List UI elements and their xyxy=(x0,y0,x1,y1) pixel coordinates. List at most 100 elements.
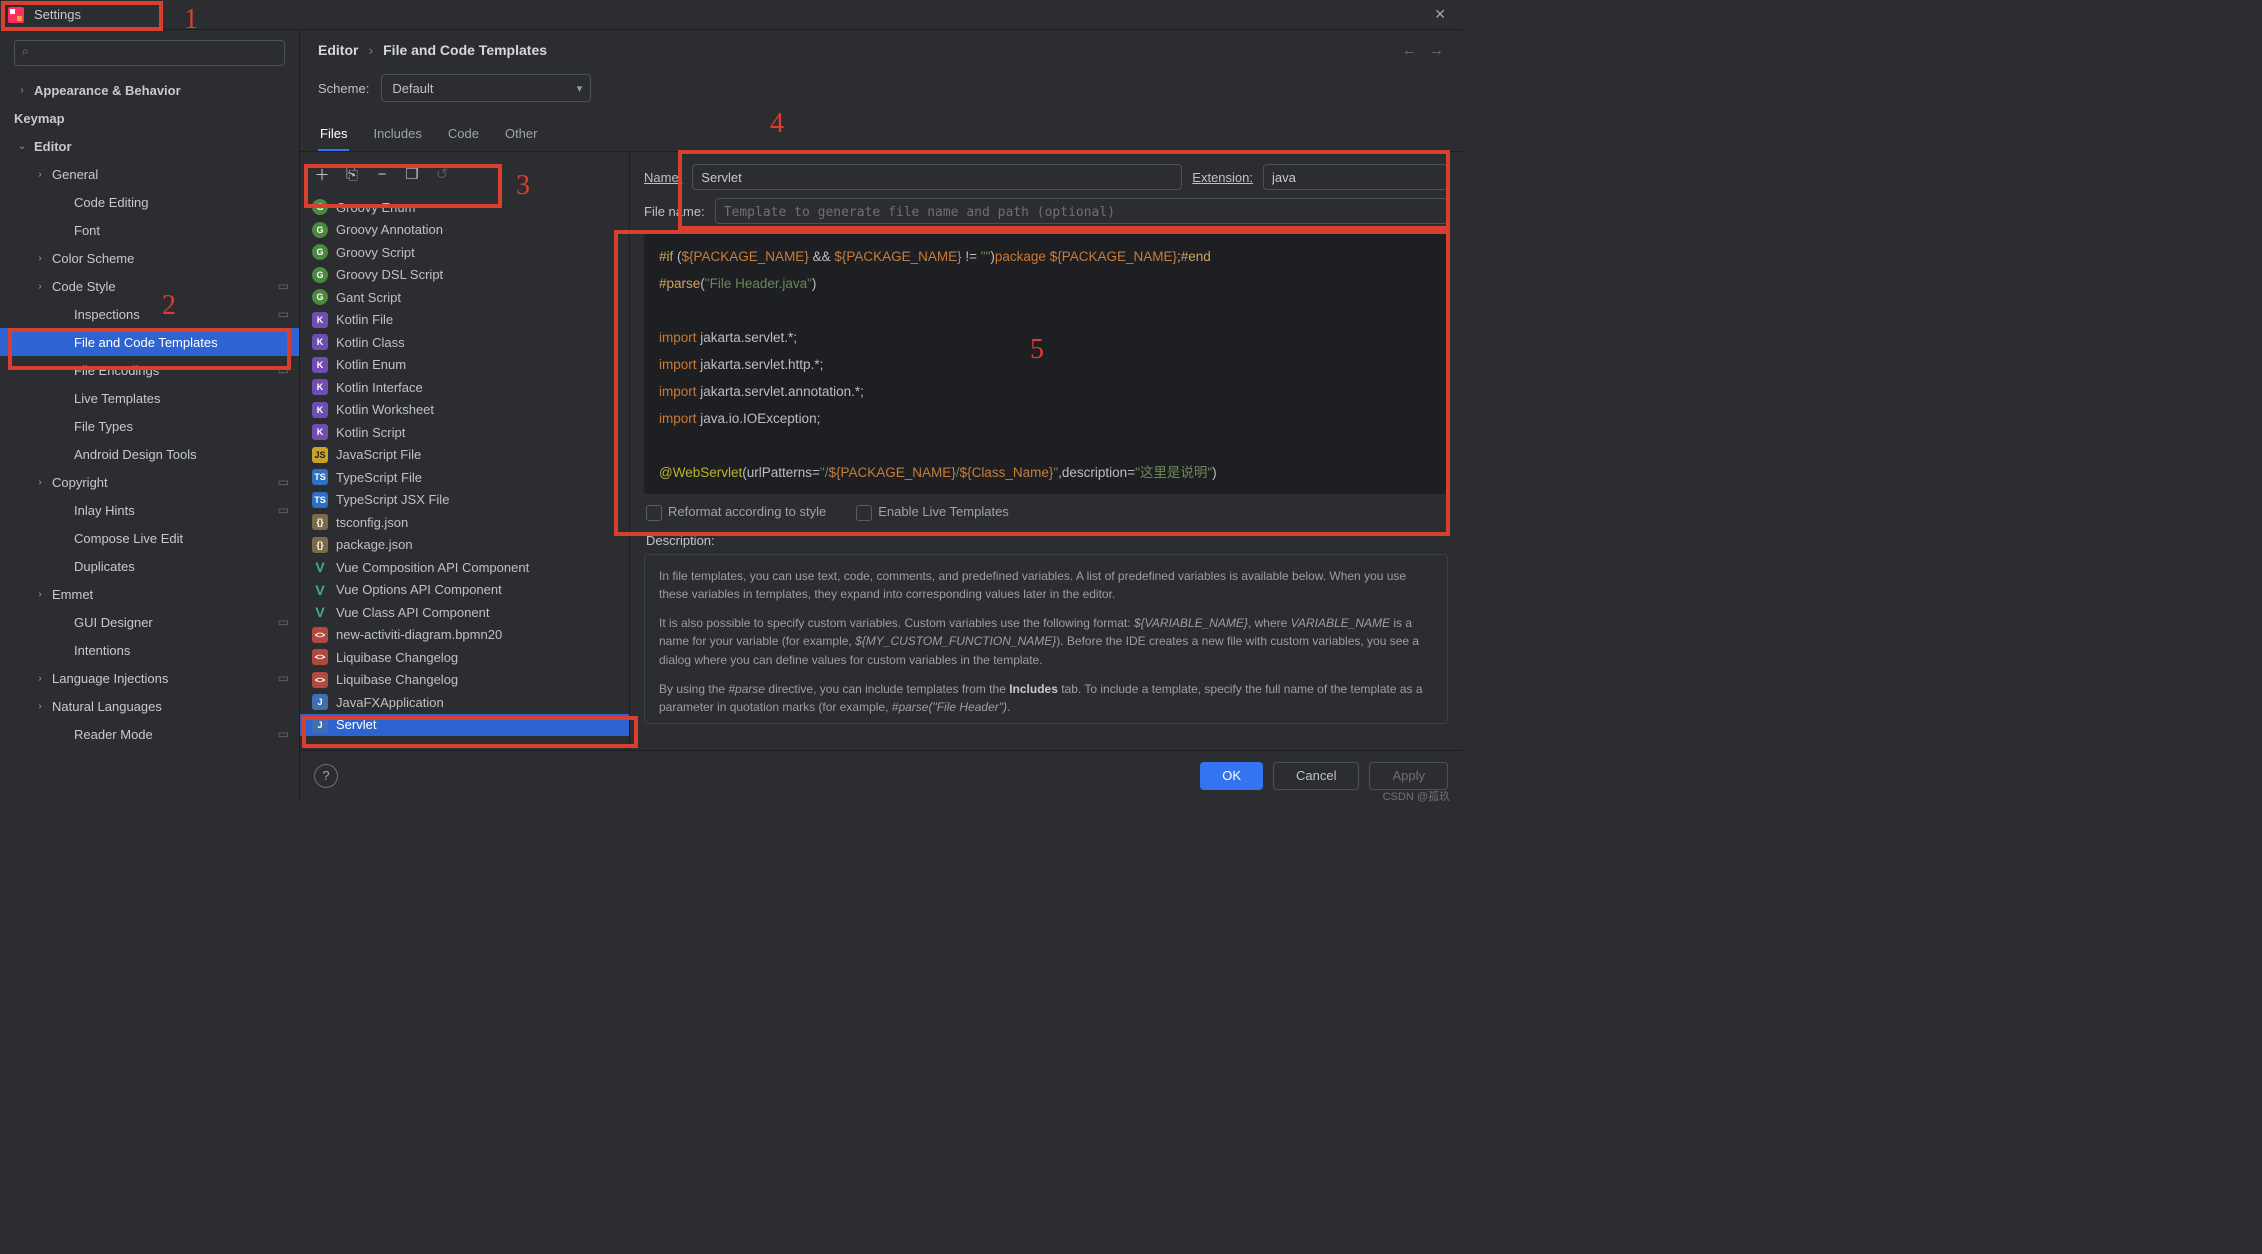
template-item[interactable]: JSJavaScript File xyxy=(300,444,629,467)
search-icon: ⌕ xyxy=(22,44,29,59)
groovy-icon: G xyxy=(312,222,328,238)
java-icon: J xyxy=(312,694,328,710)
tree-item[interactable]: Keymap xyxy=(0,104,299,132)
template-item[interactable]: <>Liquibase Changelog xyxy=(300,646,629,669)
tree-item[interactable]: Compose Live Edit xyxy=(0,524,299,552)
cancel-button[interactable]: Cancel xyxy=(1273,762,1359,790)
tab-other[interactable]: Other xyxy=(503,118,540,151)
breadcrumb-root[interactable]: Editor xyxy=(318,42,358,58)
template-item[interactable]: {}tsconfig.json xyxy=(300,511,629,534)
template-item[interactable]: JServlet xyxy=(300,714,629,737)
tree-item[interactable]: ›Language Injections▭ xyxy=(0,664,299,692)
template-item[interactable]: {}package.json xyxy=(300,534,629,557)
tree-item[interactable]: ›General xyxy=(0,160,299,188)
template-toolbar: ＋ ⎘ − ❐ ↺ xyxy=(300,152,629,196)
template-item[interactable]: KKotlin Class xyxy=(300,331,629,354)
tab-files[interactable]: Files xyxy=(318,118,349,151)
breadcrumb-page: File and Code Templates xyxy=(383,42,547,58)
tree-item[interactable]: File Types xyxy=(0,412,299,440)
template-item[interactable]: VVue Options API Component xyxy=(300,579,629,602)
scheme-label: Scheme: xyxy=(318,81,369,96)
template-item[interactable]: VVue Composition API Component xyxy=(300,556,629,579)
tree-item[interactable]: Intentions xyxy=(0,636,299,664)
xml-icon: <> xyxy=(312,672,328,688)
tree-item[interactable]: ›Emmet xyxy=(0,580,299,608)
template-item[interactable]: GGant Script xyxy=(300,286,629,309)
tab-code[interactable]: Code xyxy=(446,118,481,151)
template-item[interactable]: KKotlin File xyxy=(300,309,629,332)
tree-item[interactable]: Code Editing xyxy=(0,188,299,216)
add-template-button[interactable]: ＋ xyxy=(312,164,332,185)
template-item[interactable]: GGroovy Script xyxy=(300,241,629,264)
apply-button[interactable]: Apply xyxy=(1369,762,1448,790)
tree-item[interactable]: Reader Mode▭ xyxy=(0,720,299,748)
template-item[interactable]: VVue Class API Component xyxy=(300,601,629,624)
app-logo xyxy=(8,7,24,23)
template-item[interactable]: GGroovy Annotation xyxy=(300,219,629,242)
ts-icon: TS xyxy=(312,469,328,485)
remove-template-button[interactable]: − xyxy=(372,166,392,183)
help-button[interactable]: ? xyxy=(314,764,338,788)
groovy-icon: G xyxy=(312,267,328,283)
tree-item[interactable]: Font xyxy=(0,216,299,244)
annotation-num-2: 2 xyxy=(162,290,176,322)
nav-forward-icon[interactable]: → xyxy=(1429,42,1444,59)
tree-item[interactable]: GUI Designer▭ xyxy=(0,608,299,636)
template-item[interactable]: <>new-activiti-diagram.bpmn20 xyxy=(300,624,629,647)
filename-label: File name: xyxy=(644,204,705,219)
template-item[interactable]: TSTypeScript JSX File xyxy=(300,489,629,512)
tree-item[interactable]: Inlay Hints▭ xyxy=(0,496,299,524)
ok-button[interactable]: OK xyxy=(1200,762,1263,790)
dialog-footer: ? OK Cancel Apply xyxy=(300,750,1462,800)
template-item[interactable]: GGroovy DSL Script xyxy=(300,264,629,287)
groovy-icon: G xyxy=(312,199,328,215)
tree-item[interactable]: ›Color Scheme xyxy=(0,244,299,272)
tree-item[interactable]: Inspections▭ xyxy=(0,300,299,328)
close-icon[interactable]: ✕ xyxy=(1426,4,1454,25)
tree-item[interactable]: ⌄Editor xyxy=(0,132,299,160)
template-item[interactable]: TSTypeScript File xyxy=(300,466,629,489)
template-list[interactable]: GGroovy EnumGGroovy AnnotationGGroovy Sc… xyxy=(300,196,629,750)
tab-includes[interactable]: Includes xyxy=(371,118,423,151)
tree-item[interactable]: File and Code Templates xyxy=(0,328,299,356)
search-input[interactable] xyxy=(14,40,285,66)
template-item[interactable]: GGroovy Enum xyxy=(300,196,629,219)
scheme-select[interactable]: Default xyxy=(381,74,591,102)
template-item[interactable]: KKotlin Worksheet xyxy=(300,399,629,422)
tree-item[interactable]: ›Natural Languages xyxy=(0,692,299,720)
tree-item[interactable]: ›Copyright▭ xyxy=(0,468,299,496)
annotation-num-1: 1 xyxy=(184,4,198,36)
annotation-num-5: 5 xyxy=(1030,334,1044,366)
tree-item[interactable]: ›Appearance & Behavior xyxy=(0,76,299,104)
ts-icon: TS xyxy=(312,492,328,508)
template-item[interactable]: KKotlin Interface xyxy=(300,376,629,399)
kotlin-icon: K xyxy=(312,424,328,440)
template-tabs: Files Includes Code Other xyxy=(300,118,1462,152)
create-from-template-button[interactable]: ⎘ xyxy=(342,166,362,183)
template-item[interactable]: KKotlin Script xyxy=(300,421,629,444)
tree-item[interactable]: ›Code Style▭ xyxy=(0,272,299,300)
template-item[interactable]: <>Liquibase Changelog xyxy=(300,669,629,692)
settings-tree-panel: ⌕ ›Appearance & BehaviorKeymap⌄Editor›Ge… xyxy=(0,30,300,800)
titlebar: Settings ✕ xyxy=(0,0,1462,30)
kotlin-icon: K xyxy=(312,357,328,373)
tree-item[interactable]: Duplicates xyxy=(0,552,299,580)
kotlin-icon: K xyxy=(312,334,328,350)
tree-item[interactable]: Android Design Tools xyxy=(0,440,299,468)
extension-input[interactable] xyxy=(1263,164,1448,190)
tree-item[interactable]: Live Templates xyxy=(0,384,299,412)
tree-item[interactable]: File Encodings▭ xyxy=(0,356,299,384)
template-code-editor[interactable]: #if (${PACKAGE_NAME} && ${PACKAGE_NAME} … xyxy=(644,234,1448,494)
enable-live-templates-checkbox[interactable]: Enable Live Templates xyxy=(856,504,1009,521)
java-icon: J xyxy=(312,717,328,733)
template-item[interactable]: JJavaFXApplication xyxy=(300,691,629,714)
reformat-checkbox[interactable]: Reformat according to style xyxy=(646,504,826,521)
filename-input[interactable] xyxy=(715,198,1448,224)
settings-tree[interactable]: ›Appearance & BehaviorKeymap⌄Editor›Gene… xyxy=(0,76,299,800)
copy-template-button[interactable]: ❐ xyxy=(402,165,422,183)
nav-back-icon[interactable]: ← xyxy=(1402,42,1417,59)
template-name-input[interactable] xyxy=(692,164,1182,190)
annotation-num-4: 4 xyxy=(770,108,784,140)
groovy-icon: G xyxy=(312,244,328,260)
template-item[interactable]: KKotlin Enum xyxy=(300,354,629,377)
